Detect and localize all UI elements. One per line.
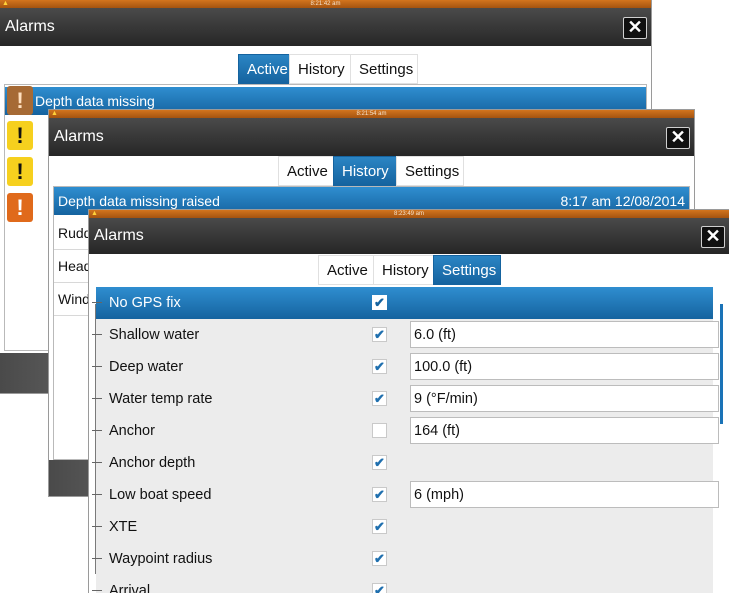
- tab-history[interactable]: History: [373, 255, 434, 285]
- setting-row-shallow-water[interactable]: Shallow water ✔ 6.0 (ft): [92, 319, 719, 352]
- setting-row-waypoint-radius[interactable]: Waypoint radius ✔: [92, 543, 713, 576]
- tree-tick: [92, 526, 102, 527]
- setting-checkbox[interactable]: ✔: [372, 487, 387, 502]
- clock: 8:23:49 am: [393, 211, 425, 217]
- setting-row-xte[interactable]: XTE ✔: [92, 511, 713, 544]
- setting-label: No GPS fix: [109, 295, 181, 311]
- tab-history[interactable]: History: [289, 54, 351, 84]
- status-bar: ▲ 8:21:54 am: [49, 110, 694, 118]
- history-text: Wind: [58, 291, 90, 307]
- setting-label: XTE: [109, 519, 138, 535]
- warning-icon: ▲: [91, 210, 98, 217]
- tree-tick: [92, 558, 102, 559]
- setting-label: Arrival: [109, 583, 151, 593]
- close-icon: ✕: [670, 127, 686, 147]
- setting-row-water-temp-rate[interactable]: Water temp rate ✔ 9 (°F/min): [92, 383, 719, 416]
- setting-checkbox[interactable]: ✔: [372, 455, 387, 470]
- tab-settings[interactable]: Settings: [396, 156, 464, 186]
- setting-row-anchor-depth[interactable]: Anchor depth ✔: [92, 447, 713, 480]
- setting-row-arrival[interactable]: Arrival ✔: [92, 575, 713, 593]
- warning-icon: !: [7, 121, 33, 150]
- setting-value-field[interactable]: 6.0 (ft): [410, 321, 719, 348]
- tree-tick: [92, 302, 102, 303]
- setting-checkbox[interactable]: ✔: [372, 551, 387, 566]
- tab-settings[interactable]: Settings: [350, 54, 418, 84]
- setting-checkbox[interactable]: ✔: [372, 295, 387, 310]
- setting-checkbox[interactable]: ✔: [372, 359, 387, 374]
- scrollbar[interactable]: [720, 304, 723, 424]
- setting-row-anchor[interactable]: Anchor 164 (ft): [92, 415, 719, 448]
- setting-label: Shallow water: [109, 327, 200, 343]
- setting-value-field[interactable]: 9 (°F/min): [410, 385, 719, 412]
- window-title: Alarms: [54, 128, 104, 145]
- title-bar: Alarms ✕: [0, 8, 651, 46]
- setting-value-field[interactable]: 164 (ft): [410, 417, 719, 444]
- setting-checkbox[interactable]: ✔: [372, 583, 387, 593]
- tab-settings[interactable]: Settings: [433, 255, 501, 285]
- tree-tick: [92, 366, 102, 367]
- tab-active[interactable]: Active: [318, 255, 374, 285]
- close-button[interactable]: ✕: [701, 226, 725, 248]
- tree-tick: [92, 334, 102, 335]
- tree-tick: [92, 430, 102, 431]
- clock: 8:21:42 am: [310, 1, 341, 7]
- setting-row-low-boat-speed[interactable]: Low boat speed ✔ 6 (mph): [92, 479, 719, 512]
- alarms-window-settings: ▲ 8:23:49 am Alarms ✕ Active History Set…: [89, 210, 729, 593]
- setting-label: Anchor: [109, 423, 155, 439]
- clock: 8:21:54 am: [356, 111, 387, 117]
- tab-bar: Active History Settings: [238, 54, 418, 84]
- setting-value-field[interactable]: 100.0 (ft): [410, 353, 719, 380]
- tree-tick: [92, 398, 102, 399]
- tab-active[interactable]: Active: [278, 156, 334, 186]
- warning-icon: !: [7, 157, 33, 186]
- close-icon: ✕: [705, 226, 721, 246]
- setting-label: Deep water: [109, 359, 184, 375]
- warning-icon: ▲: [2, 0, 9, 7]
- tree-tick: [92, 590, 102, 591]
- warning-icon: ▲: [51, 110, 58, 117]
- close-icon: ✕: [627, 17, 643, 37]
- bell-alarm-icon: !: [7, 86, 33, 115]
- setting-row-deep-water[interactable]: Deep water ✔ 100.0 (ft): [92, 351, 719, 384]
- title-bar: Alarms ✕: [89, 218, 729, 254]
- history-text: Depth data missing raised: [58, 193, 220, 209]
- setting-label: Waypoint radius: [109, 551, 213, 567]
- setting-checkbox[interactable]: ✔: [372, 327, 387, 342]
- alarm-text: Depth data missing: [35, 93, 155, 109]
- tab-bar: Active History Settings: [278, 156, 464, 186]
- setting-checkbox[interactable]: ✔: [372, 391, 387, 406]
- window-title: Alarms: [5, 18, 55, 35]
- window-title: Alarms: [94, 227, 144, 244]
- tree-tick: [92, 494, 102, 495]
- setting-checkbox-unchecked[interactable]: [372, 423, 387, 438]
- alarm-icon: !: [7, 193, 33, 222]
- setting-label: Low boat speed: [109, 487, 212, 503]
- title-bar: Alarms ✕: [49, 118, 694, 156]
- tree-tick: [92, 462, 102, 463]
- status-bar: ▲ 8:21:42 am: [0, 0, 651, 8]
- setting-label: Anchor depth: [109, 455, 196, 471]
- history-text: Rudd: [58, 225, 92, 241]
- tab-history[interactable]: History: [333, 156, 397, 186]
- setting-checkbox[interactable]: ✔: [372, 519, 387, 534]
- tab-bar: Active History Settings: [318, 255, 501, 285]
- status-bar: ▲ 8:23:49 am: [89, 210, 729, 218]
- setting-row-no-gps-fix[interactable]: No GPS fix ✔: [92, 287, 713, 320]
- setting-value-field[interactable]: 6 (mph): [410, 481, 719, 508]
- close-button[interactable]: ✕: [623, 17, 647, 39]
- close-button[interactable]: ✕: [666, 127, 690, 149]
- tab-active[interactable]: Active: [238, 54, 290, 84]
- setting-label: Water temp rate: [109, 391, 213, 407]
